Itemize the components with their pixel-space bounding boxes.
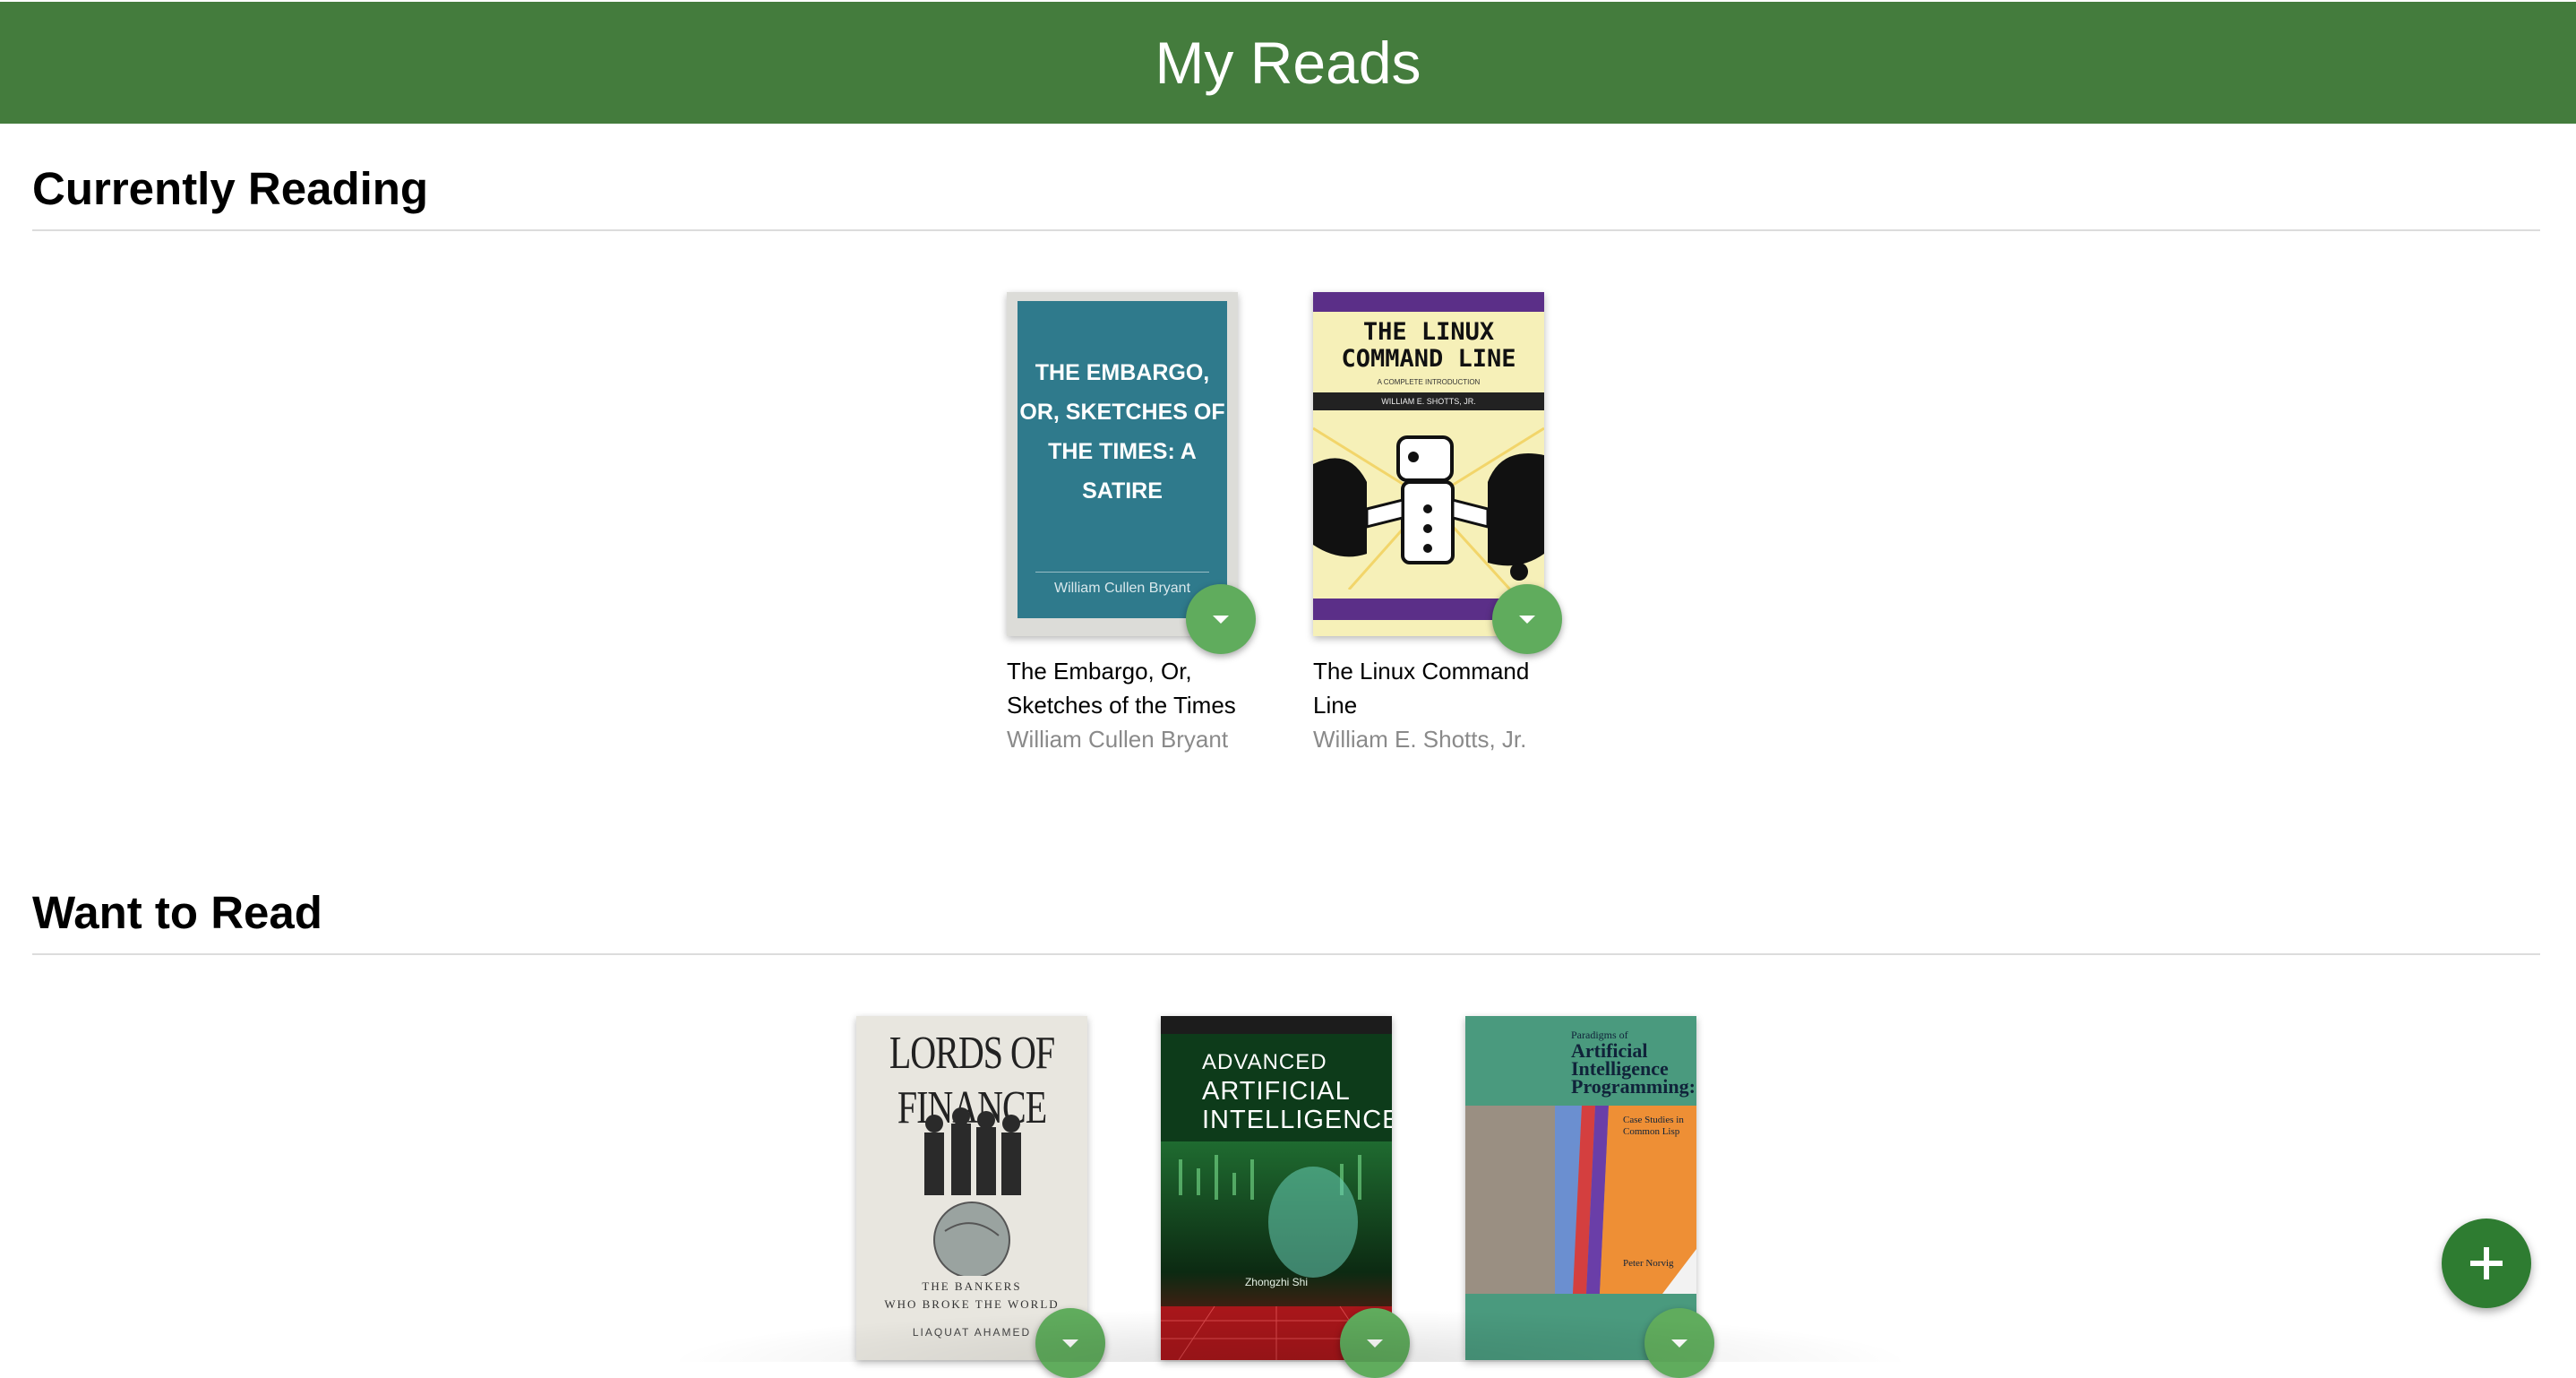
shelf-changer-button[interactable]: [1340, 1308, 1410, 1378]
triangle-down-icon: [1367, 1339, 1383, 1348]
shelf-changer-button[interactable]: [1644, 1308, 1714, 1378]
book-cover[interactable]: ADVANCED ARTIFICIAL INTELLIGENCE Zhongzh…: [1161, 1016, 1392, 1360]
shelf-changer-button[interactable]: [1035, 1308, 1105, 1378]
bookshelf-currently-reading: Currently Reading: [32, 158, 2540, 231]
book-item: ADVANCED ARTIFICIAL INTELLIGENCE Zhongzh…: [1161, 1016, 1447, 1378]
book-cover[interactable]: LORDS OF FINANCE THE BANKERS WHO BROKE T…: [856, 1016, 1087, 1360]
cover-author: WILLIAM E. SHOTTS, JR.: [1313, 392, 1544, 410]
book-cover[interactable]: Paradigms of Artificial Intelligence Pro…: [1465, 1016, 1696, 1360]
triangle-down-icon: [1519, 615, 1535, 624]
cover-title-line: THE EMBARGO,: [1035, 360, 1210, 385]
shelf-title: Currently Reading: [32, 158, 2540, 231]
book-authors: William E. Shotts, Jr.: [1313, 726, 1527, 753]
book-authors: William Cullen Bryant: [1007, 726, 1229, 753]
cover-title-line: OR, SKETCHES OF: [1019, 400, 1225, 425]
triangle-down-icon: [1671, 1339, 1687, 1348]
book-title: The Linux Command Line: [1313, 658, 1530, 719]
book-item: THE LINUX COMMAND LINE A COMPLETE INTROD…: [1313, 292, 1600, 758]
bookshelf-want-to-read: Want to Read: [32, 882, 2540, 955]
cover-title-line: THE TIMES: A: [1048, 439, 1197, 464]
cover-title-line: ARTIFICIAL: [1202, 1077, 1351, 1106]
shelf-title: Want to Read: [32, 882, 2540, 955]
cover-title-line: ADVANCED: [1202, 1050, 1327, 1074]
cover-subtitle-line: THE BANKERS: [922, 1279, 1022, 1293]
shelf-changer-button[interactable]: [1492, 584, 1562, 654]
cover-title-line: SATIRE: [1082, 478, 1163, 504]
cover-subtitle-line: Case Studies in: [1623, 1115, 1684, 1125]
cover-title-line: Programming:: [1571, 1075, 1696, 1098]
cover-rule: [1035, 572, 1209, 573]
app-title: My Reads: [1155, 30, 1421, 96]
cover-author: Peter Norvig: [1623, 1258, 1674, 1269]
triangle-down-icon: [1062, 1339, 1078, 1348]
cover-subtitle: A COMPLETE INTRODUCTION: [1377, 378, 1481, 386]
cover-title-line: INTELLIGENCE: [1202, 1106, 1392, 1134]
book-cover[interactable]: THE LINUX COMMAND LINE A COMPLETE INTROD…: [1313, 292, 1544, 636]
cover-subtitle-line: WHO BROKE THE WORLD: [884, 1297, 1060, 1311]
add-book-button[interactable]: [2442, 1219, 2531, 1308]
book-title: The Embargo, Or, Sketches of the Times: [1007, 658, 1236, 719]
cover-band-top: [1313, 292, 1544, 312]
cover-author: Zhongzhi Shi: [1244, 1276, 1309, 1288]
cover-band-top: [1161, 1016, 1392, 1034]
app-header: My Reads: [0, 2, 2576, 124]
cover-illustration: [924, 1107, 1021, 1276]
book-item: LORDS OF FINANCE THE BANKERS WHO BROKE T…: [856, 1016, 1143, 1378]
triangle-down-icon: [1213, 615, 1229, 624]
cover-title-line: THE LINUX: [1362, 318, 1495, 346]
book-item: Paradigms of Artificial Intelligence Pro…: [1465, 1016, 1752, 1378]
robot-illustration: [1313, 426, 1544, 590]
book-cover[interactable]: THE EMBARGO, OR, SKETCHES OF THE TIMES: …: [1007, 292, 1238, 636]
cover-subtitle-line: Common Lisp: [1623, 1126, 1680, 1137]
plus-icon: [2470, 1247, 2503, 1279]
cover-title-line: COMMAND LINE: [1341, 345, 1516, 373]
book-item: THE EMBARGO, OR, SKETCHES OF THE TIMES: …: [1007, 292, 1293, 758]
shelf-changer-button[interactable]: [1186, 584, 1256, 654]
cover-panel: THE EMBARGO, OR, SKETCHES OF THE TIMES: …: [1018, 301, 1227, 618]
